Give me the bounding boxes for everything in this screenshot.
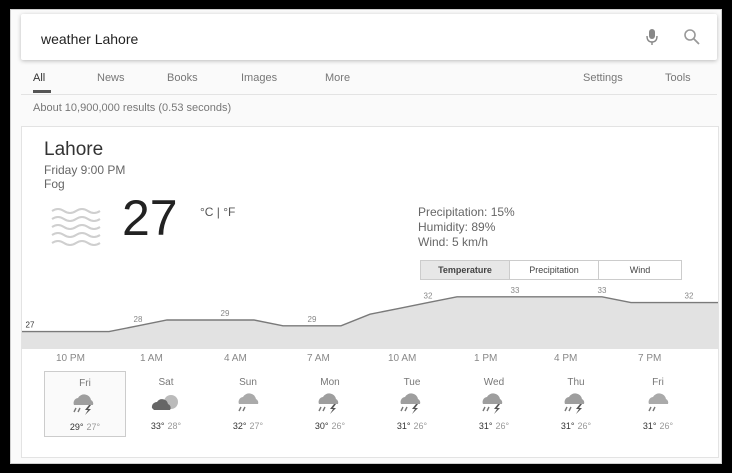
- thunderstorm-icon: [317, 392, 339, 414]
- day-forecast[interactable]: Thu 31° 26°: [536, 371, 616, 435]
- day-forecast[interactable]: Fri 31° 26°: [618, 371, 698, 435]
- tab-images[interactable]: Images: [241, 72, 277, 84]
- thunderstorm-icon: [72, 393, 94, 415]
- weather-details: Precipitation: 15% Humidity: 89% Wind: 5…: [418, 205, 515, 250]
- day-name: Thu: [567, 377, 585, 388]
- tab-tools[interactable]: Tools: [665, 72, 691, 84]
- hour-label: 10 PM: [56, 353, 85, 364]
- data-label: 27: [26, 321, 35, 330]
- low-temp: 26°: [495, 421, 510, 431]
- low-temp: 26°: [413, 421, 428, 431]
- search-bar[interactable]: weather Lahore: [21, 14, 717, 60]
- temperature-button[interactable]: Temperature: [421, 261, 510, 279]
- tab-settings[interactable]: Settings: [583, 72, 623, 84]
- tabs-divider: [21, 94, 717, 95]
- weather-datetime: Friday 9:00 PM: [44, 163, 126, 177]
- day-name: Fri: [652, 377, 664, 388]
- day-name: Sat: [158, 377, 174, 388]
- rain-cloud-icon: [647, 392, 669, 412]
- active-tab-indicator: [33, 90, 51, 93]
- data-label: 32: [685, 292, 694, 301]
- day-forecast[interactable]: Tue 31° 26°: [372, 371, 452, 435]
- thunderstorm-icon: [481, 392, 503, 414]
- data-label: 28: [134, 315, 143, 324]
- day-name: Wed: [483, 377, 505, 388]
- humidity-text: Humidity: 89%: [418, 220, 496, 234]
- low-temp: 27°: [86, 422, 101, 432]
- wind-button[interactable]: Wind: [599, 261, 681, 279]
- day-forecast[interactable]: Sat 33° 28°: [126, 371, 206, 435]
- microphone-icon[interactable]: [645, 28, 659, 46]
- unit-toggle[interactable]: °C | °F: [200, 205, 235, 219]
- search-icon[interactable]: [683, 28, 701, 46]
- hour-label: 7 AM: [307, 353, 330, 364]
- low-temp: 27°: [249, 421, 264, 431]
- temperature-area: [22, 296, 718, 349]
- rain-cloud-icon: [237, 392, 259, 412]
- data-label: 33: [598, 287, 607, 295]
- high-temp: 31°: [396, 421, 411, 431]
- day-forecast[interactable]: Fri 29° 27°: [44, 371, 126, 437]
- tab-more[interactable]: More: [325, 72, 350, 84]
- current-temperature: 27: [122, 190, 178, 246]
- thunderstorm-icon: [563, 392, 585, 414]
- thunderstorm-icon: [399, 392, 421, 414]
- data-label: 33: [511, 287, 520, 295]
- hour-label: 1 PM: [474, 353, 498, 364]
- data-label: 32: [424, 292, 433, 301]
- low-temp: 26°: [331, 421, 346, 431]
- low-temp: 26°: [577, 421, 592, 431]
- tab-news[interactable]: News: [97, 72, 125, 84]
- weather-card: Lahore Friday 9:00 PM Fog 27 °C | °F Pre…: [21, 126, 719, 458]
- hour-label: 7 PM: [638, 353, 662, 364]
- high-temp: 31°: [642, 421, 657, 431]
- low-temp: 26°: [659, 421, 674, 431]
- tab-all[interactable]: All: [33, 72, 45, 84]
- low-temp: 28°: [167, 421, 182, 431]
- precipitation-text: Precipitation: 15%: [418, 205, 515, 219]
- high-temp: 30°: [314, 421, 329, 431]
- day-name: Fri: [79, 378, 91, 389]
- result-stats: About 10,900,000 results (0.53 seconds): [33, 102, 232, 114]
- daily-forecast: Fri 29° 27° Sat 33° 28° Sun 32° 27° Mon 30°…: [44, 371, 704, 441]
- hour-label: 10 AM: [388, 353, 417, 364]
- day-name: Sun: [239, 377, 257, 388]
- chart-mode-toggle: Temperature Precipitation Wind: [420, 260, 682, 280]
- weather-condition: Fog: [44, 177, 65, 191]
- hour-label: 4 PM: [554, 353, 578, 364]
- day-forecast[interactable]: Mon 30° 26°: [290, 371, 370, 435]
- day-forecast[interactable]: Sun 32° 27°: [208, 371, 288, 435]
- high-temp: 31°: [560, 421, 575, 431]
- high-temp: 29°: [69, 422, 84, 432]
- search-input[interactable]: weather Lahore: [41, 31, 138, 47]
- temperature-chart: 27 28 29 29 32 33 33 32: [22, 287, 718, 349]
- data-label: 29: [308, 315, 317, 324]
- high-temp: 32°: [232, 421, 247, 431]
- fog-icon: [51, 208, 101, 246]
- city-name: Lahore: [44, 139, 104, 160]
- high-temp: 33°: [150, 421, 165, 431]
- tab-books[interactable]: Books: [167, 72, 198, 84]
- wind-text: Wind: 5 km/h: [418, 235, 489, 249]
- day-forecast[interactable]: Wed 31° 26°: [454, 371, 534, 435]
- partly-cloudy-icon: [151, 395, 178, 410]
- data-label: 29: [221, 309, 230, 318]
- precipitation-button[interactable]: Precipitation: [510, 261, 599, 279]
- high-temp: 31°: [478, 421, 493, 431]
- day-name: Tue: [403, 377, 421, 388]
- day-name: Mon: [320, 377, 340, 388]
- hour-label: 1 AM: [140, 353, 163, 364]
- hour-label: 4 AM: [224, 353, 247, 364]
- browser-page: weather Lahore All News Books Images Mor…: [10, 9, 722, 464]
